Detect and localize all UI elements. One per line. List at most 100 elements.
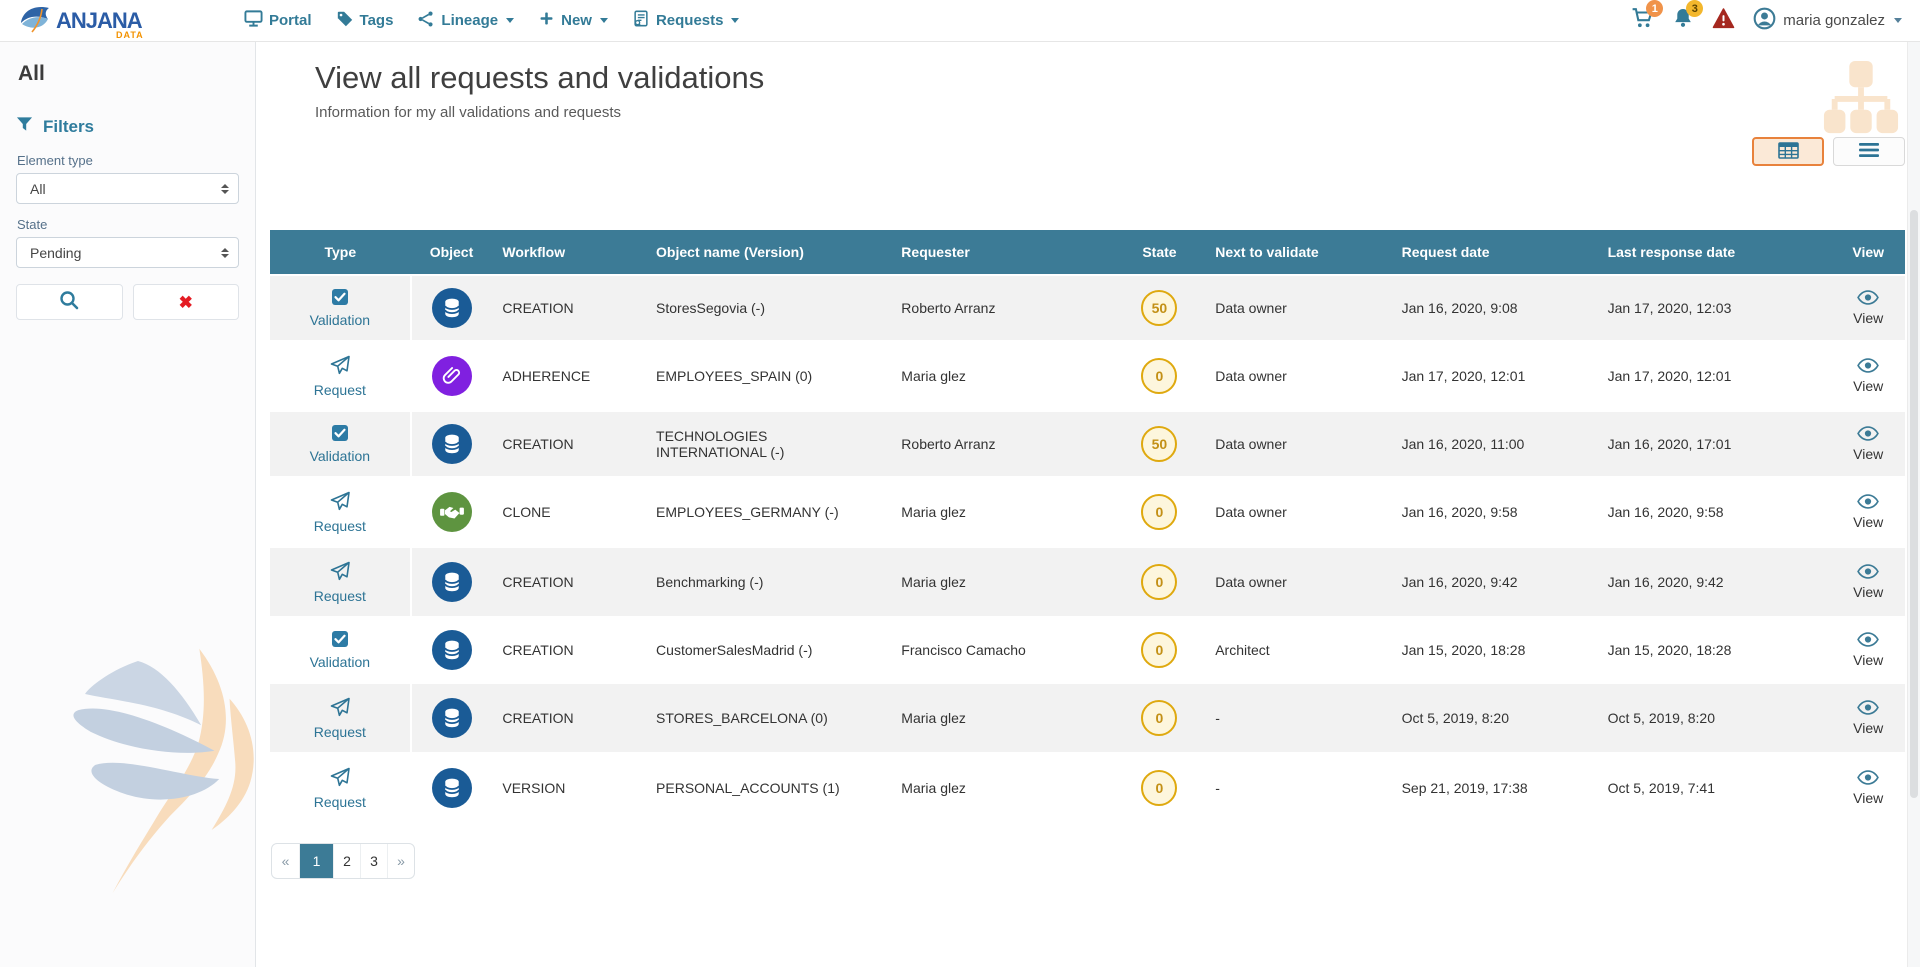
- request-type-cell: Request: [270, 477, 411, 547]
- last-response-date-cell: Jan 16, 2020, 9:42: [1598, 547, 1832, 617]
- alerts-button[interactable]: [1712, 8, 1735, 34]
- table-row: RequestCREATIONBenchmarking (-)Maria gle…: [270, 547, 1905, 617]
- requester-cell: Maria glez: [891, 683, 1113, 753]
- last-response-date-cell: Jan 17, 2020, 12:01: [1598, 341, 1832, 411]
- object-name-cell: Benchmarking (-): [646, 547, 891, 617]
- state-cell: 0: [1114, 547, 1206, 617]
- eye-icon: [1857, 290, 1879, 308]
- notifications-button[interactable]: 3: [1672, 7, 1694, 34]
- pagination-page-1[interactable]: 1: [299, 844, 333, 878]
- column-header: Workflow: [492, 230, 646, 275]
- state-badge: 50: [1141, 290, 1177, 326]
- filters-header: Filters: [16, 116, 239, 137]
- paper-plane-icon: [329, 490, 351, 515]
- paperclip-icon: [432, 356, 472, 396]
- object-cell: [411, 547, 493, 617]
- requests-icon: [632, 9, 650, 32]
- nav-requests[interactable]: Requests: [632, 9, 740, 32]
- state-cell: 50: [1114, 411, 1206, 477]
- list-view-button[interactable]: [1833, 137, 1905, 166]
- view-label: View: [1853, 584, 1883, 600]
- navbar-right: 1 3 maria gonzalez: [1631, 7, 1902, 35]
- sidebar-title: All: [18, 62, 239, 86]
- object-name-cell: TECHNOLOGIES INTERNATIONAL (-): [646, 411, 891, 477]
- table-header-row: TypeObjectWorkflowObject name (Version)R…: [270, 230, 1905, 275]
- nav-new[interactable]: New: [538, 10, 608, 31]
- pagination-prev[interactable]: «: [272, 844, 299, 878]
- view-cell: View: [1831, 547, 1905, 617]
- view-button[interactable]: View: [1853, 494, 1883, 530]
- clear-x-icon: ✖: [179, 294, 193, 311]
- next-to-validate-cell: Data owner: [1205, 547, 1391, 617]
- requester-cell: Maria glez: [891, 547, 1113, 617]
- view-button[interactable]: View: [1853, 564, 1883, 600]
- database-icon: [432, 424, 472, 464]
- nav-lineage[interactable]: Lineage: [417, 10, 514, 32]
- chevron-down-icon: [731, 18, 739, 23]
- list-view-icon: [1859, 143, 1879, 160]
- avatar: [1753, 7, 1776, 35]
- search-button[interactable]: [16, 284, 123, 320]
- cart-badge: 1: [1646, 0, 1663, 17]
- table-view-icon: [1778, 142, 1799, 162]
- requester-cell: Roberto Arranz: [891, 411, 1113, 477]
- nav-portal[interactable]: Portal: [244, 9, 312, 32]
- request-type-label: Validation: [310, 654, 370, 670]
- column-header: Requester: [891, 230, 1113, 275]
- requester-cell: Francisco Camacho: [891, 617, 1113, 683]
- request-type-cell: Request: [270, 753, 411, 822]
- view-button[interactable]: View: [1853, 770, 1883, 806]
- state-select[interactable]: Pending: [16, 237, 239, 268]
- checkbox-checked-icon: [331, 630, 349, 651]
- request-type-cell: Validation: [270, 275, 411, 341]
- object-name-cell: CustomerSalesMadrid (-): [646, 617, 891, 683]
- view-button[interactable]: View: [1853, 358, 1883, 394]
- clear-filters-button[interactable]: ✖: [133, 284, 240, 320]
- column-header: View: [1831, 230, 1905, 275]
- plus-icon: [538, 10, 555, 31]
- vertical-scrollbar[interactable]: [1907, 42, 1920, 967]
- state-badge: 0: [1141, 770, 1177, 806]
- view-button[interactable]: View: [1853, 632, 1883, 668]
- eye-icon: [1857, 494, 1879, 512]
- user-menu[interactable]: maria gonzalez: [1753, 7, 1902, 35]
- workflow-cell: CLONE: [492, 477, 646, 547]
- pagination-page-2[interactable]: 2: [333, 844, 360, 878]
- last-response-date-cell: Jan 15, 2020, 18:28: [1598, 617, 1832, 683]
- notifications-badge: 3: [1686, 0, 1703, 17]
- main-content: View all requests and validations Inform…: [256, 42, 1920, 967]
- state-cell: 0: [1114, 683, 1206, 753]
- nav-tags[interactable]: Tags: [336, 10, 394, 32]
- request-date-cell: Sep 21, 2019, 17:38: [1392, 753, 1598, 822]
- view-button[interactable]: View: [1853, 290, 1883, 326]
- element-type-select[interactable]: All: [16, 173, 239, 204]
- cart-button[interactable]: 1: [1631, 7, 1654, 34]
- scrollbar-thumb[interactable]: [1910, 210, 1918, 798]
- logo-title: ANJANA DATA: [56, 10, 142, 32]
- pagination-page-3[interactable]: 3: [360, 844, 387, 878]
- state-badge: 0: [1141, 564, 1177, 600]
- column-header: Type: [270, 230, 411, 275]
- requester-cell: Maria glez: [891, 341, 1113, 411]
- workflow-cell: CREATION: [492, 411, 646, 477]
- table-row: RequestVERSIONPERSONAL_ACCOUNTS (1)Maria…: [270, 753, 1905, 822]
- next-to-validate-cell: Architect: [1205, 617, 1391, 683]
- view-button[interactable]: View: [1853, 700, 1883, 736]
- state-cell: 0: [1114, 477, 1206, 547]
- table-view-button[interactable]: [1752, 137, 1824, 166]
- table-row: RequestADHERENCEEMPLOYEES_SPAIN (0)Maria…: [270, 341, 1905, 411]
- app-logo[interactable]: ANJANA DATA: [18, 3, 244, 38]
- view-button[interactable]: View: [1853, 426, 1883, 462]
- table-row: RequestCLONEEMPLOYEES_GERMANY (-)Maria g…: [270, 477, 1905, 547]
- next-to-validate-cell: Data owner: [1205, 275, 1391, 341]
- pagination-next[interactable]: »: [387, 844, 414, 878]
- handshake-icon: [432, 492, 472, 532]
- workflow-cell: CREATION: [492, 275, 646, 341]
- database-icon: [432, 562, 472, 602]
- view-label: View: [1853, 514, 1883, 530]
- eye-icon: [1857, 564, 1879, 582]
- top-navbar: ANJANA DATA Portal Tags Lineage New Requ…: [0, 0, 1920, 42]
- view-label: View: [1853, 720, 1883, 736]
- request-type-label: Validation: [310, 312, 370, 328]
- hierarchy-icon: [1822, 58, 1900, 138]
